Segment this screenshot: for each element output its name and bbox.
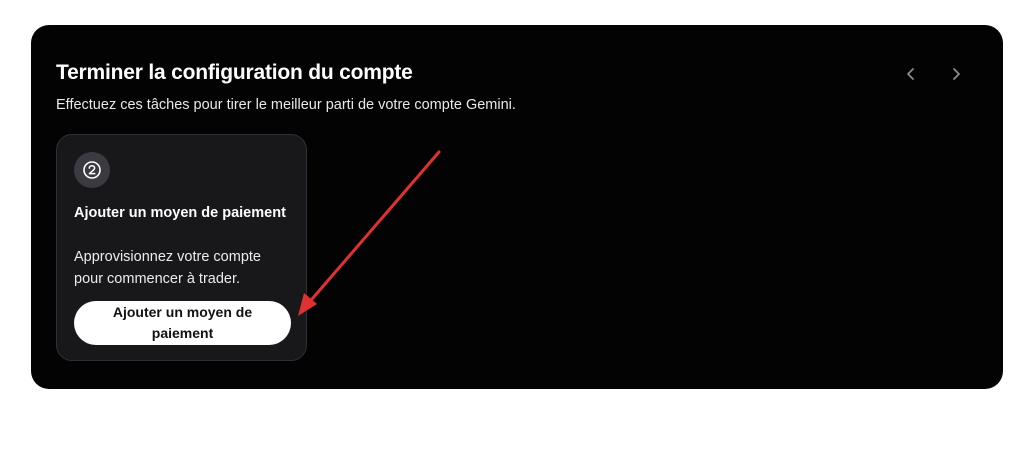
- panel-subtitle: Effectuez ces tâches pour tirer le meill…: [56, 97, 516, 113]
- task-description: Approvisionnez votre compte pour commenc…: [74, 249, 261, 287]
- panel-title: Terminer la configuration du compte: [56, 61, 413, 84]
- circled-number-two-icon: [83, 161, 101, 179]
- add-payment-method-button[interactable]: Ajouter un moyen de paiement: [74, 301, 291, 345]
- chevron-left-icon: [907, 68, 914, 80]
- chevron-right-icon: [953, 68, 960, 80]
- setup-panel: Terminer la configuration du compte Effe…: [31, 25, 1003, 389]
- task-title: Ajouter un moyen de paiement: [74, 205, 286, 221]
- task-card-payment: Ajouter un moyen de paiement Approvision…: [56, 134, 307, 361]
- step-badge: [74, 152, 110, 188]
- previous-button[interactable]: [898, 61, 924, 87]
- next-button[interactable]: [943, 61, 969, 87]
